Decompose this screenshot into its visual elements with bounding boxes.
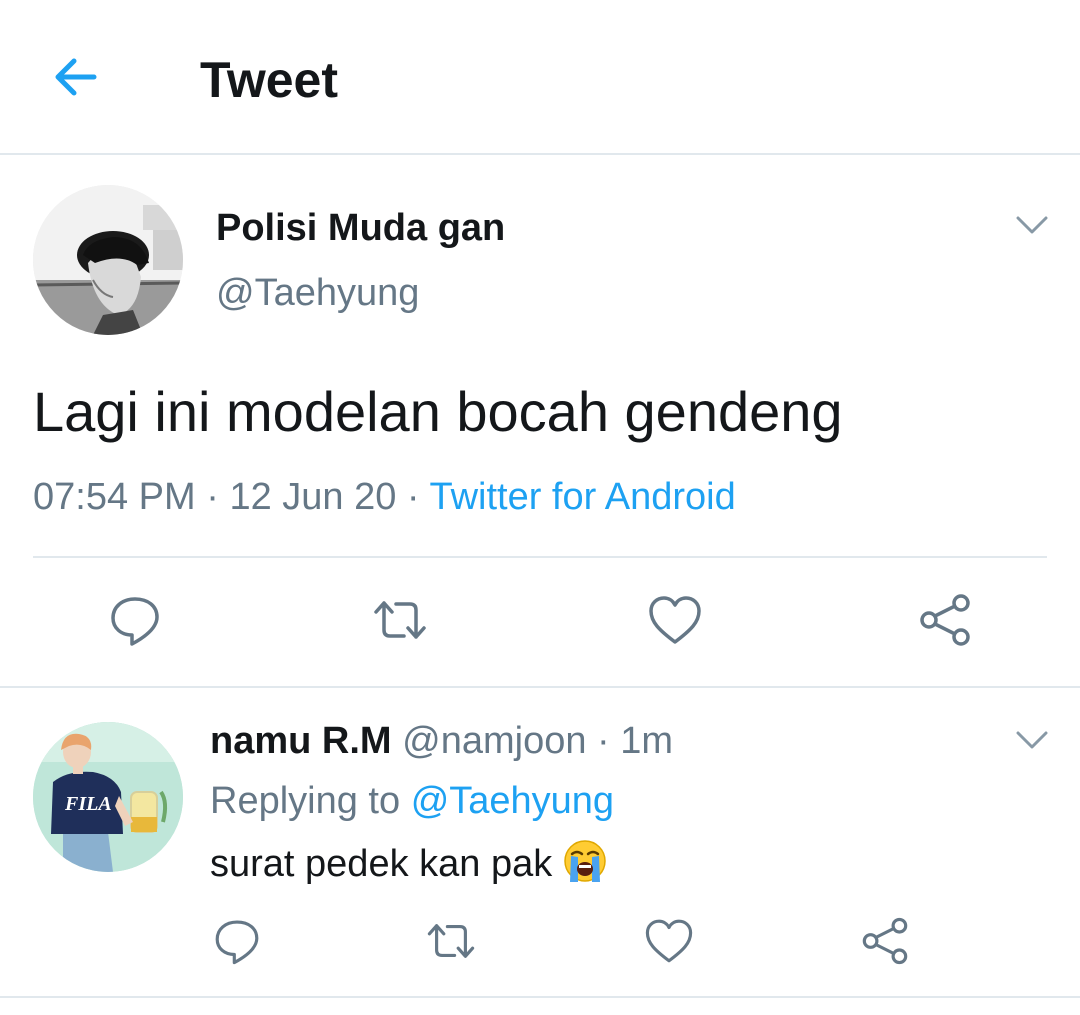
retweet-icon (427, 924, 475, 958)
reply-reply-button[interactable] (210, 914, 264, 968)
reply-age: 1m (620, 720, 674, 762)
reply-retweet-button[interactable] (424, 914, 478, 968)
reply-like-button[interactable] (642, 914, 696, 968)
page-title: Tweet (200, 52, 338, 108)
divider (0, 996, 1080, 998)
divider (0, 686, 1080, 688)
author-handle[interactable]: @Taehyung (216, 270, 419, 316)
reply-menu-button[interactable] (1012, 725, 1052, 755)
tweet-menu-button[interactable] (1012, 210, 1052, 240)
reply-text: surat pedek kan pak (210, 838, 608, 895)
meta-separator: · (396, 476, 430, 518)
replying-handle-link[interactable]: @Taehyung (411, 780, 614, 822)
share-icon (862, 917, 908, 965)
shirt-logo: FILA (64, 793, 112, 815)
divider (33, 556, 1047, 558)
reply-icon (111, 597, 159, 646)
chevron-down-icon (1016, 216, 1048, 234)
replying-label: Replying to (210, 780, 401, 822)
reply-button[interactable] (105, 590, 165, 650)
chevron-down-icon (1016, 731, 1048, 749)
like-button[interactable] (645, 590, 705, 650)
arrow-left-icon (55, 58, 97, 96)
avatar-photo (33, 185, 183, 335)
author-name[interactable]: Polisi Muda gan (216, 205, 505, 251)
replying-to: Replying to @Taehyung (210, 778, 614, 824)
avatar[interactable] (33, 185, 183, 335)
meta-separator: · (586, 720, 621, 762)
retweet-button[interactable] (370, 590, 430, 650)
reply-author-name[interactable]: namu R.M (210, 720, 392, 762)
like-icon (645, 919, 693, 963)
tweet-date: 12 Jun 20 (229, 476, 397, 518)
tweet-source-link[interactable]: Twitter for Android (429, 476, 735, 518)
app-header: Tweet (0, 0, 1080, 155)
tweet-text: Lagi ini modelan bocah gendeng (33, 380, 843, 443)
loudly-crying-face-icon (562, 838, 608, 895)
reply-avatar[interactable]: FILA (33, 722, 183, 872)
tweet-time: 07:54 PM (33, 476, 196, 518)
retweet-icon (374, 601, 426, 639)
reply-share-button[interactable] (858, 914, 912, 968)
reply-author-handle[interactable]: @namjoon (402, 720, 586, 762)
meta-separator: · (195, 476, 230, 518)
reply-icon (215, 920, 259, 965)
tweet-meta: 07:54 PM · 12 Jun 20 · Twitter for Andro… (33, 474, 736, 520)
share-button[interactable] (915, 590, 975, 650)
back-button[interactable] (48, 52, 108, 102)
like-icon (649, 596, 701, 644)
share-icon (920, 594, 970, 646)
reply-header: namu R.M @namjoon · 1m (210, 718, 673, 764)
avatar-photo: FILA (33, 722, 183, 872)
reply-text-content: surat pedek kan pak (210, 843, 553, 885)
